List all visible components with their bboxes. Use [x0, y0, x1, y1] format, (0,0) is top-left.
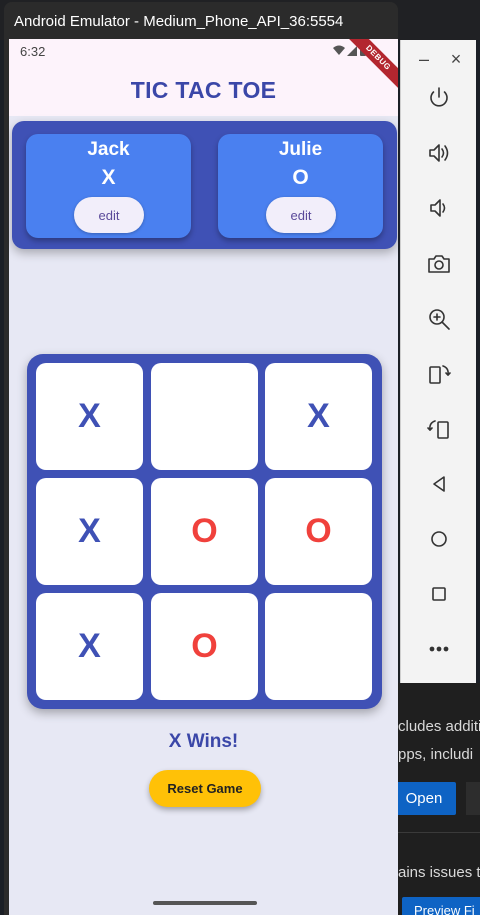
background-text-3: ains issues t [398, 864, 480, 881]
emulator-title-bar[interactable]: Android Emulator - Medium_Phone_API_36:5… [4, 2, 398, 40]
camera-icon[interactable] [401, 246, 477, 282]
players-panel: Jack X edit Julie O edit [12, 121, 397, 249]
rotate-left-icon[interactable] [401, 356, 477, 392]
board-cell[interactable]: X [36, 478, 143, 585]
board-cell[interactable]: O [151, 593, 258, 700]
power-icon[interactable] [401, 80, 477, 116]
signal-icon [347, 46, 357, 56]
overview-icon[interactable] [401, 576, 477, 612]
edit-player-1-button[interactable]: edit [74, 197, 144, 233]
board-cell[interactable]: O [265, 478, 372, 585]
emulator-toolbar: – × [400, 40, 476, 683]
home-icon[interactable] [401, 521, 477, 557]
background-open-button[interactable]: Open [392, 782, 456, 815]
background-preview-button[interactable]: Preview Fi [402, 897, 480, 915]
volume-down-icon[interactable] [401, 190, 477, 226]
close-icon[interactable]: × [441, 44, 471, 74]
player-symbol: X [101, 166, 116, 189]
background-divider [398, 832, 480, 833]
status-time: 6:32 [20, 44, 46, 59]
board-cell[interactable] [151, 363, 258, 470]
rotate-right-icon[interactable] [401, 411, 477, 447]
minimize-icon[interactable]: – [409, 44, 439, 74]
gesture-home-bar[interactable] [153, 901, 257, 905]
zoom-in-icon[interactable] [401, 301, 477, 337]
board-cell[interactable]: O [151, 478, 258, 585]
board-cell[interactable] [265, 593, 372, 700]
board-cell[interactable]: X [36, 363, 143, 470]
phone-screen: 6:32 DEBUG TIC TAC TOE Jack X edit Julie… [9, 39, 398, 915]
page-title: TIC TAC TOE [130, 77, 277, 103]
emulator-window-title: Android Emulator - Medium_Phone_API_36:5… [14, 12, 344, 30]
back-icon[interactable] [401, 466, 477, 502]
game-result: X Wins! [168, 731, 239, 752]
player-card-1: Jack X edit [26, 134, 191, 238]
emulator-window: Android Emulator - Medium_Phone_API_36:5… [4, 2, 398, 915]
app-bar: 6:32 DEBUG TIC TAC TOE [9, 39, 398, 116]
player-symbol: O [292, 166, 309, 189]
volume-up-icon[interactable] [401, 135, 477, 171]
player-name: Julie [278, 139, 323, 160]
player-name: Jack [87, 139, 130, 160]
board-cell[interactable]: X [36, 593, 143, 700]
reset-game-button[interactable]: Reset Game [149, 770, 261, 807]
wifi-icon [333, 45, 345, 55]
more-icon[interactable] [401, 631, 477, 667]
background-secondary-button[interactable] [466, 782, 480, 815]
board-cell[interactable]: X [265, 363, 372, 470]
edit-player-2-button[interactable]: edit [266, 197, 336, 233]
background-text-1: cludes additi [398, 718, 480, 735]
game-board: X X X O O X O [27, 354, 382, 709]
player-card-2: Julie O edit [218, 134, 383, 238]
background-text-2: pps, includi [398, 746, 474, 763]
